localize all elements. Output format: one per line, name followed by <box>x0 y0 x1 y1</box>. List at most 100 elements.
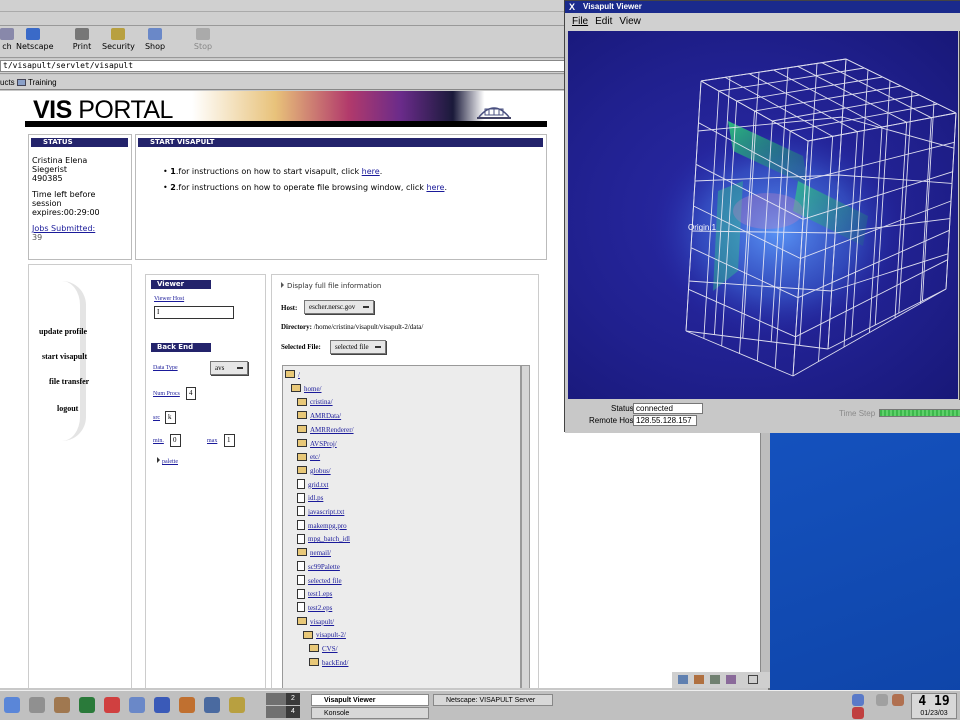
selected-file-label: Selected File: <box>281 343 321 351</box>
security-button[interactable]: Security <box>102 28 135 51</box>
print-button[interactable]: Print <box>70 28 94 51</box>
help-icon[interactable] <box>104 697 120 713</box>
pen-icon[interactable] <box>229 697 245 713</box>
printer-icon <box>75 28 89 40</box>
menu-edit[interactable]: Edit <box>595 16 612 27</box>
mail-icon[interactable] <box>204 697 220 713</box>
control-center-icon[interactable] <box>129 697 145 713</box>
selected-file-dropdown[interactable]: selected file <box>330 340 386 354</box>
remote-host-field: 128.55.128.157 <box>633 415 697 426</box>
folder-icon <box>297 548 307 557</box>
tree-item[interactable]: AMRRenderer/ <box>297 424 354 437</box>
file-tree-scrollbar[interactable] <box>521 365 530 688</box>
tree-item-label: AMRRenderer/ <box>310 425 354 434</box>
tree-item[interactable]: CVS/ <box>309 643 338 656</box>
volume-icon[interactable] <box>852 707 864 719</box>
visapult-titlebar[interactable]: X Visapult Viewer <box>565 1 960 13</box>
pager-desk-3[interactable] <box>266 706 286 718</box>
start-visapult-link[interactable]: start visapult <box>42 352 87 361</box>
url-field[interactable]: t/visapult/servlet/visapult <box>0 60 565 72</box>
k-menu-icon[interactable] <box>4 697 20 713</box>
composer-icon[interactable] <box>710 675 720 684</box>
update-profile-link[interactable]: update profile <box>39 327 87 336</box>
security-icon[interactable] <box>748 675 758 684</box>
stop-button[interactable]: Stop <box>192 28 214 51</box>
task-netscape[interactable]: Netscape: VISAPULT Server <box>433 694 553 706</box>
task-konsole[interactable]: Konsole <box>311 707 429 719</box>
tree-item[interactable]: makempg.pro <box>297 520 347 533</box>
menu-view[interactable]: View <box>619 16 641 27</box>
tree-item-label: home/ <box>304 384 322 393</box>
tree-item[interactable]: mpg_batch_idl <box>297 533 350 546</box>
task-visapult-viewer[interactable]: Visapult Viewer <box>311 694 429 706</box>
max-input[interactable]: 1 <box>224 434 235 447</box>
products-link[interactable]: ucts <box>0 75 15 90</box>
tree-item[interactable]: sc99Palette <box>297 561 340 574</box>
status-header: STATUS <box>31 138 128 147</box>
pager-desk-4[interactable]: 4 <box>286 706 300 718</box>
tree-item-label: javascript.txt <box>308 508 345 516</box>
editor-icon[interactable] <box>179 697 195 713</box>
browse-instructions-link[interactable]: here <box>426 183 444 192</box>
tree-item[interactable]: home/ <box>291 383 322 396</box>
tree-item[interactable]: idl.ps <box>297 492 323 505</box>
tree-item[interactable]: backEnd/ <box>309 657 348 670</box>
src-input[interactable]: k <box>165 411 176 424</box>
display-full-info-toggle[interactable]: Display full file information <box>281 282 381 291</box>
user-surname: Siegerist <box>32 165 68 174</box>
tree-item[interactable]: test2.eps <box>297 602 332 615</box>
jobs-submitted-link[interactable]: Jobs Submitted: <box>32 224 95 233</box>
pager-desk-1[interactable] <box>266 693 286 705</box>
tree-item[interactable]: AVSProj/ <box>297 438 337 451</box>
data-type-dropdown[interactable]: avs <box>210 361 248 375</box>
tree-item[interactable]: grid.txt <box>297 478 328 492</box>
tree-item-label: AMRData/ <box>310 412 342 421</box>
folder-icon <box>309 644 319 653</box>
tree-item[interactable]: selected file <box>297 574 342 588</box>
network-icon[interactable] <box>852 694 864 706</box>
render-canvas[interactable]: Origin.1 <box>568 31 958 399</box>
x-icon[interactable]: X <box>569 1 575 13</box>
tree-item[interactable]: cristina/ <box>297 396 333 409</box>
tree-item[interactable]: globus/ <box>297 465 331 478</box>
window-list-icon[interactable] <box>29 697 45 713</box>
tree-item[interactable]: visapult-2/ <box>303 629 346 642</box>
navigator-icon[interactable] <box>678 675 688 684</box>
tree-item-label: / <box>298 371 300 379</box>
viewer-host-input[interactable]: I <box>154 306 234 319</box>
start-instructions-link[interactable]: here <box>362 167 380 176</box>
logout-link[interactable]: logout <box>57 404 78 413</box>
training-link[interactable]: Training <box>28 75 57 90</box>
clock[interactable]: 4 19 01/23/03 <box>911 693 957 719</box>
tree-item[interactable]: visapult/ <box>297 616 334 629</box>
file-transfer-link[interactable]: file transfer <box>49 377 89 386</box>
tree-item[interactable]: AMRData/ <box>297 410 341 423</box>
tree-item[interactable]: nemail/ <box>297 547 331 560</box>
search-button[interactable]: ch <box>0 28 14 51</box>
pager-desk-2[interactable]: 2 <box>286 693 300 705</box>
newsgroup-icon[interactable] <box>726 675 736 684</box>
terminal-icon[interactable] <box>79 697 95 713</box>
browser-icon[interactable] <box>154 697 170 713</box>
min-input[interactable]: 0 <box>170 434 181 447</box>
host-dropdown[interactable]: escher.nersc.gov <box>304 300 374 314</box>
printer-icon[interactable] <box>892 694 904 706</box>
tree-item[interactable]: javascript.txt <box>297 506 344 519</box>
viewer-host-label[interactable]: Viewer Host <box>154 295 184 304</box>
folder-icon <box>297 425 307 434</box>
num-procs-input[interactable]: 4 <box>186 387 196 400</box>
shop-button[interactable]: Shop <box>142 28 168 51</box>
min-label: min. <box>153 438 164 444</box>
tree-item[interactable]: test1.eps <box>297 588 332 601</box>
clipboard-icon[interactable] <box>876 694 888 706</box>
tree-item-label: etc/ <box>310 453 321 462</box>
time-step-slider[interactable] <box>879 409 960 417</box>
tree-item[interactable]: etc/ <box>297 451 320 464</box>
palette-toggle[interactable]: palette <box>157 457 178 467</box>
home-folder-icon[interactable] <box>54 697 70 713</box>
time-step-label: Time Step <box>839 409 876 418</box>
menu-file[interactable]: File <box>572 16 588 27</box>
netscape-button[interactable]: Netscape <box>16 28 54 51</box>
mail-icon[interactable] <box>694 675 704 684</box>
tree-item[interactable]: / <box>285 369 300 382</box>
